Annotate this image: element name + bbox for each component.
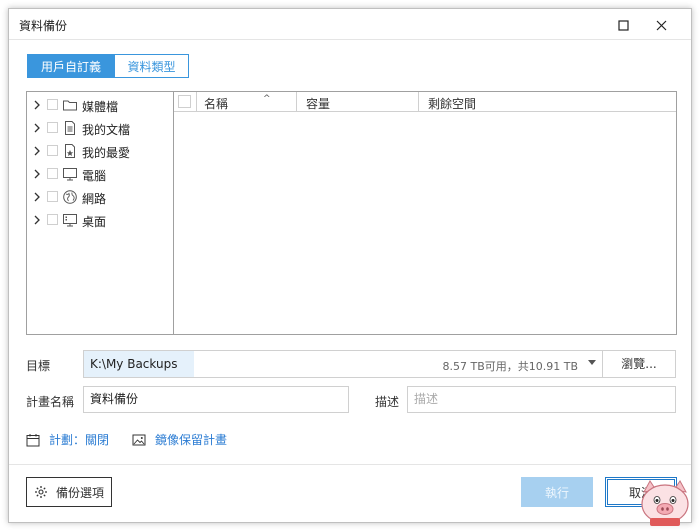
plan-name-label: 計畫名稱: [26, 395, 75, 409]
footer-divider: [9, 464, 691, 465]
backup-options-label: 備份選項: [55, 485, 104, 500]
title-bar: 資料備份: [9, 9, 691, 40]
tree-item-label: 我的最愛: [82, 146, 131, 160]
tree-item-label: 網路: [82, 192, 107, 206]
grid-header: 名稱 ^ 容量 剩餘空間: [174, 92, 676, 112]
tab-data-type[interactable]: 資料類型: [115, 54, 189, 78]
column-header-capacity[interactable]: 容量: [306, 95, 330, 112]
destination-path: K:\My Backups: [84, 351, 194, 377]
destination-label: 目標: [26, 359, 51, 373]
chevron-right-icon[interactable]: [32, 99, 42, 111]
chevron-right-icon[interactable]: [32, 168, 42, 180]
maximize-button[interactable]: [613, 15, 633, 35]
chevron-right-icon[interactable]: [32, 145, 42, 157]
image-icon: [132, 434, 146, 445]
tree-checkbox[interactable]: [47, 191, 58, 202]
tree-item-documents[interactable]: 我的文檔: [27, 117, 173, 139]
column-separator[interactable]: [418, 92, 419, 112]
column-header-name[interactable]: 名稱 ^: [204, 94, 271, 112]
mascot-logo: [641, 480, 689, 526]
folder-icon: [63, 100, 77, 111]
tree-item-label: 媒體檔: [82, 100, 119, 114]
schedule-link[interactable]: 計劃：關閉: [26, 431, 109, 448]
destination-space: 8.57 TB可用，共10.91 TB: [442, 360, 578, 373]
tree-item-label: 我的文檔: [82, 123, 131, 137]
monitor-icon: [63, 168, 77, 181]
destination-grid: 名稱 ^ 容量 剩餘空間: [173, 91, 677, 335]
destination-dropdown[interactable]: K:\My Backups 8.57 TB可用，共10.91 TB: [83, 350, 603, 378]
window-title: 資料備份: [19, 19, 68, 33]
browse-button[interactable]: 瀏覽...: [602, 350, 676, 378]
source-tree: 媒體檔 我的文檔 我的最愛 電腦 網路 桌面: [26, 91, 173, 335]
tree-checkbox[interactable]: [47, 214, 58, 225]
maximize-icon: [617, 19, 629, 31]
description-label: 描述: [375, 395, 400, 409]
plan-name-input[interactable]: 資料備份: [83, 386, 349, 413]
tree-checkbox[interactable]: [47, 99, 58, 110]
column-separator: [196, 92, 197, 112]
tree-item-desktop[interactable]: 桌面: [27, 209, 173, 231]
tree-checkbox[interactable]: [47, 145, 58, 156]
tree-item-favorites[interactable]: 我的最愛: [27, 140, 173, 162]
select-all-checkbox[interactable]: [178, 95, 191, 108]
run-button[interactable]: 執行: [521, 477, 593, 507]
tree-item-media[interactable]: 媒體檔: [27, 94, 173, 116]
tree-checkbox[interactable]: [47, 168, 58, 179]
network-icon: [63, 190, 77, 204]
retention-link-label: 鏡像保留計畫: [155, 433, 228, 447]
close-icon: [656, 20, 666, 30]
close-button[interactable]: [651, 15, 671, 35]
tree-item-network[interactable]: 網路: [27, 186, 173, 208]
backup-options-button[interactable]: 備份選項: [26, 477, 112, 507]
calendar-icon: [26, 433, 40, 446]
column-separator[interactable]: [296, 92, 297, 112]
tree-item-label: 電腦: [82, 169, 107, 183]
backup-dialog: 資料備份 用戶自訂義 資料類型 媒體檔 我的文檔 我的最愛 電腦 網路 桌面 名…: [8, 8, 692, 523]
schedule-link-label: 計劃：關閉: [49, 433, 110, 447]
tree-item-label: 桌面: [82, 215, 107, 229]
chevron-right-icon[interactable]: [32, 214, 42, 226]
chevron-down-icon[interactable]: [588, 360, 596, 365]
tab-custom[interactable]: 用戶自訂義: [27, 54, 115, 78]
gear-icon: [34, 486, 47, 498]
column-header-free-space[interactable]: 剩餘空間: [428, 95, 476, 112]
chevron-right-icon[interactable]: [32, 191, 42, 203]
description-input[interactable]: 描述: [407, 386, 676, 413]
tree-checkbox[interactable]: [47, 122, 58, 133]
favorites-icon: [65, 144, 75, 158]
desktop-icon: [63, 214, 77, 227]
tree-item-computer[interactable]: 電腦: [27, 163, 173, 185]
retention-link[interactable]: 鏡像保留計畫: [132, 431, 227, 448]
source-tabs: 用戶自訂義 資料類型: [27, 54, 189, 78]
chevron-right-icon[interactable]: [32, 122, 42, 134]
sort-ascending-icon: ^: [263, 94, 271, 104]
document-icon: [65, 121, 75, 135]
